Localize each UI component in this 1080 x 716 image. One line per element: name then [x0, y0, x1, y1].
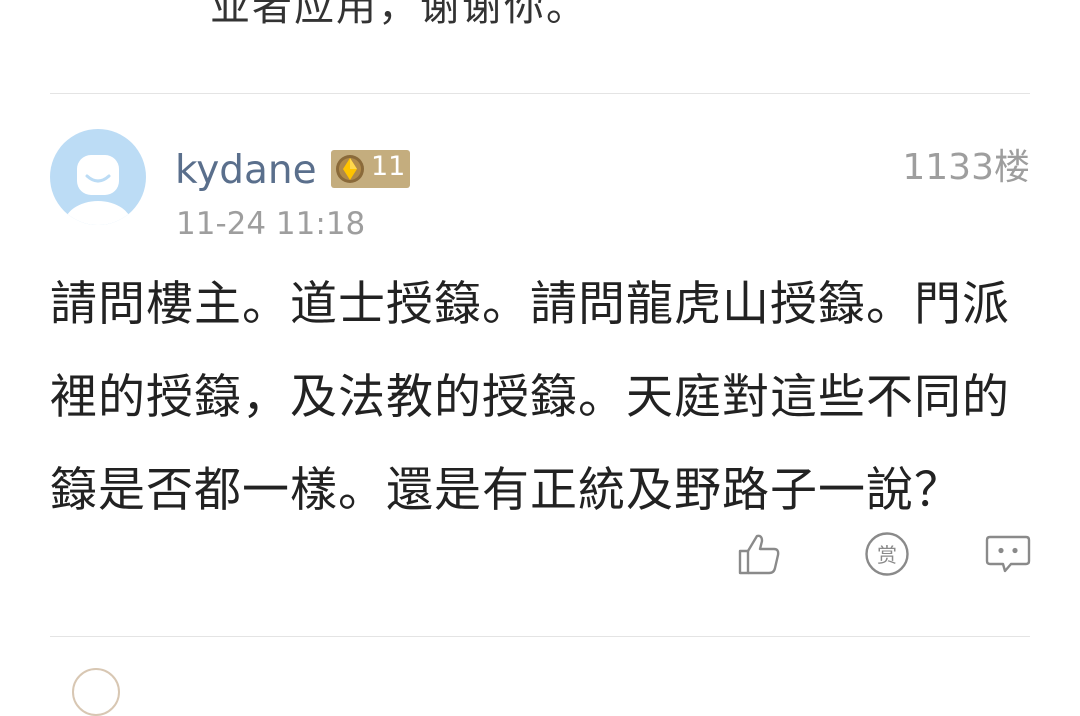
avatar[interactable]: [50, 129, 146, 225]
reward-label: 赏: [877, 543, 897, 567]
like-button[interactable]: [735, 530, 783, 578]
next-post-avatar[interactable]: [72, 668, 120, 716]
default-avatar-icon: [50, 129, 146, 225]
floor-number: 1133楼: [902, 147, 1030, 188]
post-divider-bottom: [50, 636, 1030, 637]
reward-button[interactable]: 赏: [863, 530, 911, 578]
level-badge: 11: [331, 150, 410, 188]
username[interactable]: kydane: [175, 148, 317, 193]
post-divider-top: [50, 93, 1030, 94]
post-content: 請問樓主。道士授籙。請問龍虎山授籙。門派裡的授籙，及法教的授籙。天庭對這些不同的…: [50, 277, 1010, 518]
reward-icon: 赏: [865, 532, 909, 576]
level-diamond-icon: [336, 155, 364, 183]
thumbs-up-icon: [738, 534, 780, 575]
post-time: 11-24 11:18: [176, 206, 366, 242]
comment-icon: [985, 535, 1031, 573]
level-number: 11: [371, 151, 406, 182]
previous-post-text: 业者应用，谢谢你。: [210, 0, 588, 30]
comment-button[interactable]: [984, 530, 1032, 578]
